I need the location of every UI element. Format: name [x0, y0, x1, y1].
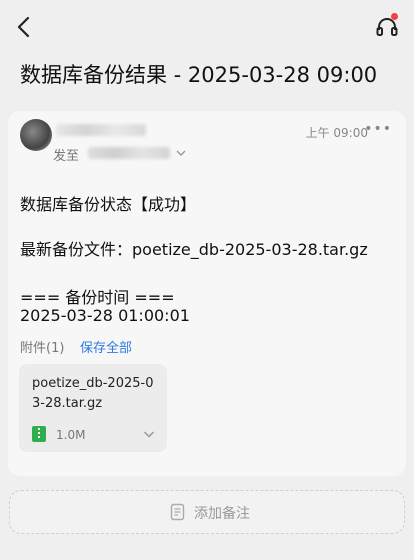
email-card: 发至 上午 09:00 ••• 数据库备份状态【成功】 最新备份文件：poeti… [8, 111, 406, 476]
sender-avatar[interactable] [20, 119, 52, 151]
recipient-redacted [88, 147, 170, 159]
attachment-filename: poetize_db-2025-03-28.tar.gz [32, 376, 154, 411]
sender-name-redacted [56, 124, 146, 136]
attachment-size: 1.0M [56, 428, 86, 442]
to-label: 发至 [53, 149, 80, 164]
attachments-label: 附件(1) [20, 341, 65, 356]
backup-time-value: 2025-03-28 01:00:01 [20, 306, 190, 325]
backup-time-header: === 备份时间 === [20, 288, 175, 307]
backup-status-line: 数据库备份状态【成功】 [20, 195, 197, 214]
note-icon [170, 503, 185, 521]
add-note-label: 添加备注 [194, 506, 250, 522]
back-icon[interactable] [12, 14, 38, 40]
zip-file-icon [32, 426, 46, 442]
add-note-button[interactable]: 添加备注 [9, 490, 405, 534]
top-bar [0, 0, 414, 56]
attachment-card[interactable]: poetize_db-2025-03-28.tar.gz 1.0M [19, 364, 167, 452]
more-options-icon[interactable]: ••• [364, 121, 392, 137]
latest-file-line: 最新备份文件：poetize_db-2025-03-28.tar.gz [20, 240, 368, 259]
chevron-down-icon[interactable] [143, 428, 155, 440]
email-subject: 数据库备份结果 - 2025-03-28 09:00 [20, 63, 378, 87]
notification-dot [391, 13, 398, 20]
chevron-down-icon[interactable] [176, 148, 186, 158]
email-time: 上午 09:00 [305, 126, 368, 140]
save-all-link[interactable]: 保存全部 [80, 337, 132, 356]
